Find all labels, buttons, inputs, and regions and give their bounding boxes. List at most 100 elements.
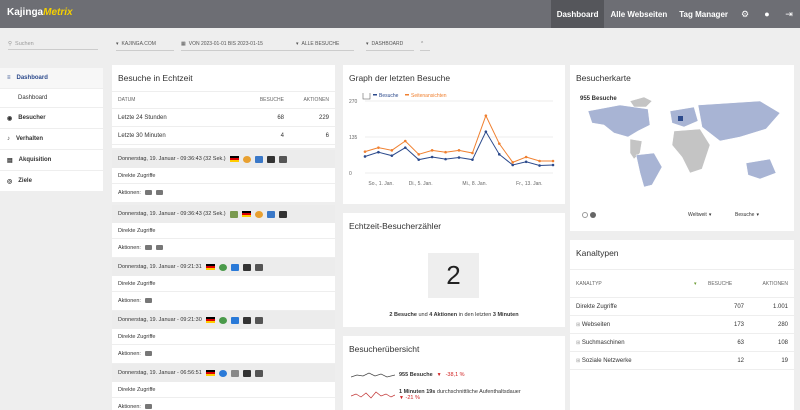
legend-swatch (405, 94, 409, 96)
cell: 63 (737, 339, 744, 346)
segment-selector[interactable]: ▾ ALLE BESUCHE (296, 37, 354, 51)
visit-header: Donnerstag, 19. Januar - 06:56:51 (112, 364, 335, 382)
data-point (430, 155, 434, 159)
browser-icon (254, 210, 263, 218)
visit-actions: Aktionen: (112, 344, 335, 362)
map-controls (582, 212, 596, 218)
expand-icon[interactable]: ⊞ (576, 322, 580, 328)
folder-icon[interactable] (144, 351, 152, 356)
col-date: DATUM (118, 97, 136, 103)
visit-entry: Donnerstag, 19. Januar - 09:36:43 (32 Se… (112, 150, 335, 202)
cell: Letzte 24 Stunden (118, 114, 167, 121)
expand-icon[interactable]: ⊞ (576, 358, 580, 364)
flag-germany-icon (205, 317, 215, 323)
sidebar-subitem-dashboard[interactable]: Dashboard (0, 89, 103, 108)
data-point (377, 146, 380, 149)
nav-tag-manager[interactable]: Tag Manager (673, 0, 734, 28)
folder-icon[interactable] (144, 298, 152, 303)
data-point (524, 160, 528, 164)
actions-label: Aktionen: (118, 403, 141, 410)
date-selector[interactable]: ▦ VON 2023-01-01 BIS 2023-01-15 (181, 37, 297, 51)
visit-time: Donnerstag, 19. Januar - 06:56:51 (118, 370, 202, 376)
data-point (538, 159, 541, 163)
sidebar-item-label: Besucher (18, 115, 46, 121)
folder-icon[interactable] (144, 245, 152, 250)
collapse-icon[interactable]: ⌃ (420, 37, 430, 51)
data-point (377, 150, 380, 154)
site-selector[interactable]: ▾ KAJINGA.COM (116, 37, 174, 51)
desktop-icon (242, 316, 251, 324)
site-label: KAJINGA.COM (121, 40, 156, 47)
data-point (551, 163, 555, 167)
gear-icon[interactable]: ⚙ (734, 0, 756, 28)
browser-icon (218, 369, 227, 377)
table-row[interactable]: ⊞ Soziale Netzwerke 12 19 (570, 352, 794, 370)
sidebar-item-visitors[interactable]: ◉ Besucher (0, 108, 103, 129)
sidebar-item-dashboard[interactable]: ≡ Dashboard (0, 68, 103, 89)
dashboard-selector[interactable]: ▾ DASHBOARD (366, 37, 414, 51)
sidebar-item-label: Verhalten (16, 136, 44, 142)
logo[interactable]: KajingaMetrix (7, 7, 73, 18)
chrome-icon (218, 316, 227, 324)
folder-icon[interactable] (144, 404, 152, 409)
table-row[interactable]: ⊞ Webseiten 173 280 (570, 316, 794, 334)
col-actions[interactable]: AKTIONEN (744, 281, 788, 287)
data-point (363, 150, 367, 153)
help-icon[interactable]: ● (756, 0, 778, 28)
main-nav: Dashboard Alle Webseiten Tag Manager ⚙ ●… (550, 0, 800, 28)
region-select[interactable]: Weltweit ▾ (688, 212, 711, 218)
cell: 68 (277, 114, 284, 121)
logo-text: Kajinga (7, 7, 44, 18)
folder-icon[interactable] (155, 245, 163, 250)
visit-header: Donnerstag, 19. Januar - 09:21:30 (112, 311, 335, 329)
cell: Letzte 30 Minuten (118, 132, 166, 139)
folder-icon[interactable] (155, 190, 163, 195)
sidebar-item-goals[interactable]: ◎ Ziele (0, 171, 103, 192)
col-visits: BESUCHE (259, 97, 284, 103)
zoom-out-icon[interactable] (582, 212, 588, 218)
actions-label: Aktionen: (118, 350, 141, 357)
visit-time: Donnerstag, 19. Januar - 09:36:43 (32 Se… (118, 211, 226, 217)
visit-actions: Aktionen: (112, 238, 335, 256)
data-point (471, 158, 474, 161)
menu-icon: ≡ (7, 75, 11, 81)
realtime-counter-card: Echtzeit-Besucherzähler 2 2 Besuche und … (343, 213, 565, 327)
overview-label: durchschnittliche Aufenthaltsdauer (436, 389, 521, 395)
chevron-down-icon: ▾ (756, 212, 759, 218)
expand-icon[interactable]: ⊞ (576, 340, 580, 346)
zoom-in-icon[interactable] (590, 212, 596, 218)
visit-header: Donnerstag, 19. Januar - 09:36:43 (32 Se… (112, 150, 335, 168)
flag-germany-icon (229, 156, 239, 162)
date-label: VON 2023-01-01 BIS 2023-01-15 (188, 40, 263, 47)
chevron-down-icon: ▾ (366, 40, 369, 47)
table-row: Letzte 30 Minuten 4 6 (112, 127, 335, 145)
data-point (403, 139, 407, 143)
logout-icon[interactable]: ⇥ (778, 0, 800, 28)
visit-time: Donnerstag, 19. Januar - 09:21:30 (118, 317, 202, 323)
table-row[interactable]: ⊞ Suchmaschinen 63 108 (570, 334, 794, 352)
region-label: Weltweit (688, 212, 707, 218)
nav-dashboard[interactable]: Dashboard (550, 0, 605, 28)
filter-bar: ⚲ Suchen ▾ KAJINGA.COM ▦ VON 2023-01-01 BI… (0, 28, 800, 58)
sort-icon[interactable]: ▾ (694, 281, 708, 287)
cell: 707 (733, 303, 744, 310)
search-input[interactable]: ⚲ Suchen (8, 38, 98, 50)
sparkline (351, 372, 395, 378)
sidebar-item-behaviour[interactable]: ♪ Verhalten (0, 129, 103, 150)
data-point (511, 163, 515, 167)
nav-all-websites[interactable]: Alle Webseiten (604, 0, 673, 28)
overview-value: 955 Besuche (399, 372, 433, 378)
folder-icon[interactable] (144, 190, 152, 195)
world-map[interactable] (570, 93, 794, 203)
counter-summary: 2 Besuche und 4 Aktionen in den letzten … (343, 312, 565, 318)
table-row[interactable]: Direkte Zugriffe 707 1.001 (570, 298, 794, 316)
col-visits[interactable]: BESUCHE (708, 281, 744, 287)
data-point (403, 146, 407, 149)
chevron-down-icon: ▾ (708, 212, 712, 218)
metric-select[interactable]: Besuche ▾ (735, 212, 759, 218)
cell: Soziale Netzwerke (581, 357, 632, 364)
channel-types-card: Kanaltypen KANALTYP ▾ BESUCHE AKTIONEN D… (570, 240, 794, 410)
y-tick-label: 270 (349, 99, 358, 105)
data-point (430, 149, 434, 152)
sidebar-item-acquisition[interactable]: ▤ Akquisition (0, 150, 103, 171)
